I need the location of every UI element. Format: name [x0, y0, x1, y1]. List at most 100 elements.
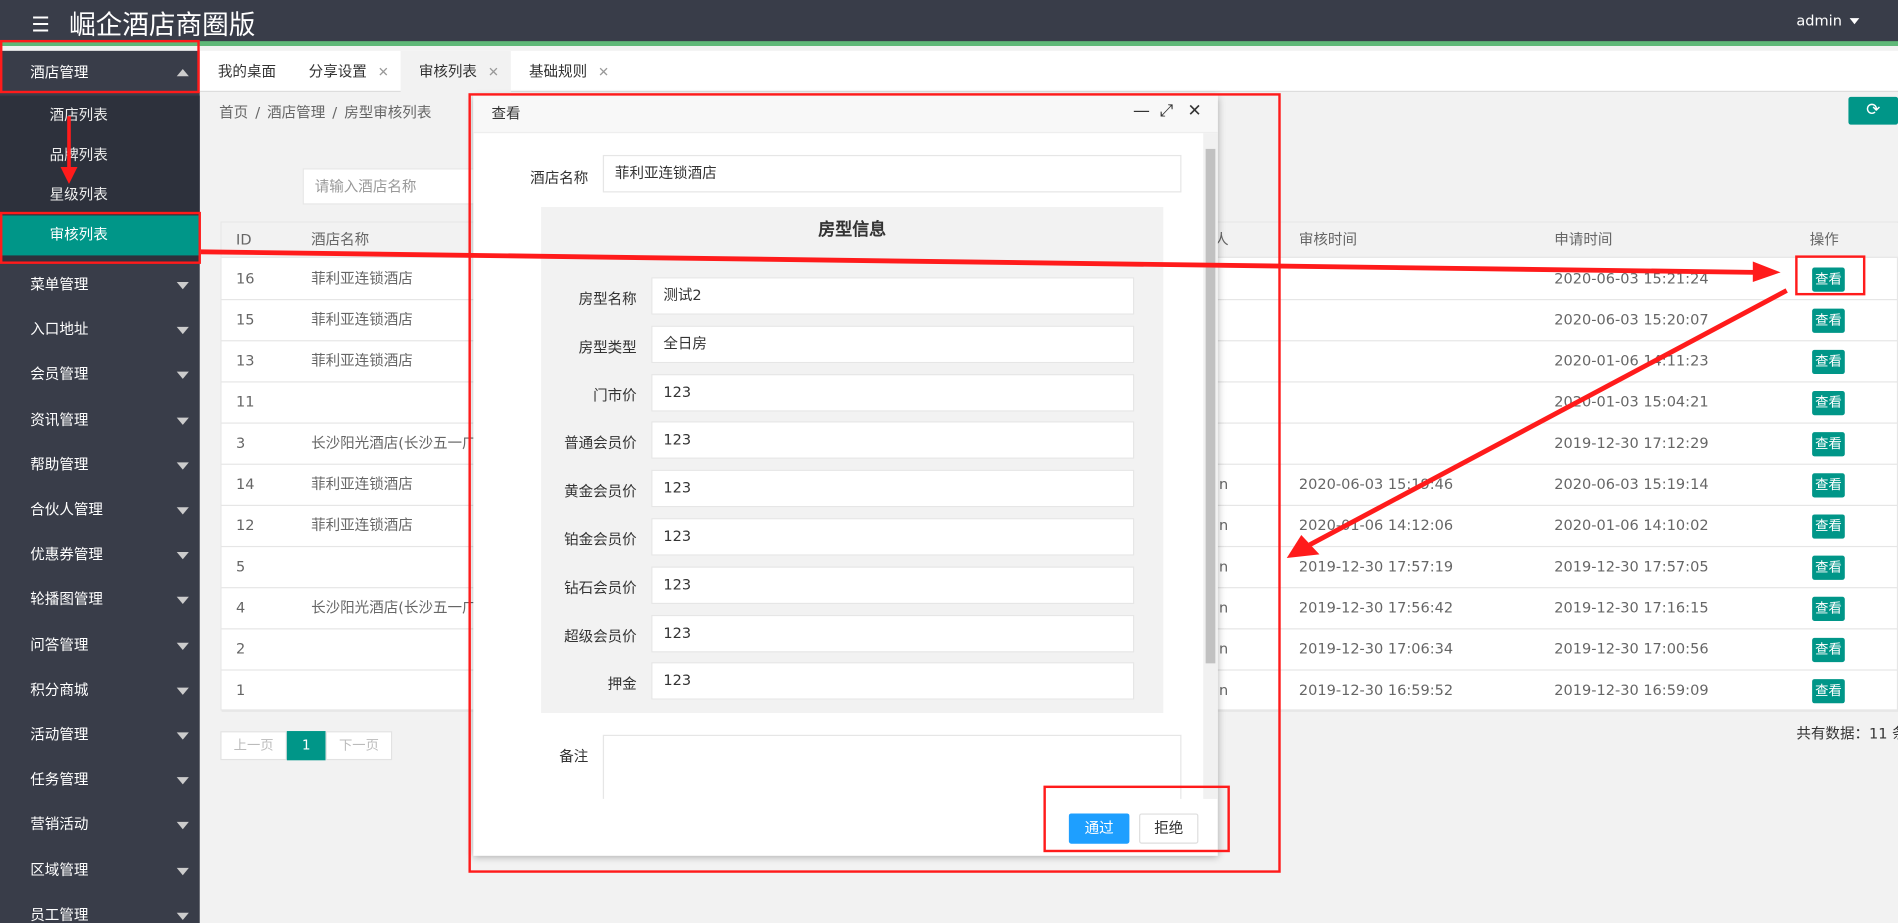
scrollbar-thumb[interactable] — [1205, 148, 1216, 664]
refresh-button[interactable]: ⟳ — [1848, 96, 1898, 125]
cell-hotel-name: 菲利亚连锁酒店 — [311, 352, 413, 370]
room-field-input[interactable]: 全日房 — [651, 325, 1135, 363]
cell-review-time: 2019-12-30 17:56:42 — [1298, 599, 1454, 617]
view-dialog: 查看 — ⤢ ✕ 酒店名称 菲利亚连锁酒店 房型信息 房型名称 测试2 房型类型 … — [473, 95, 1218, 856]
view-button[interactable]: 查看 — [1812, 514, 1845, 539]
room-field-input[interactable]: 123 — [651, 662, 1135, 701]
breadcrumb: 首页 / 酒店管理 / 房型审核列表 — [219, 104, 432, 122]
view-button[interactable]: 查看 — [1812, 596, 1845, 621]
view-button[interactable]: 查看 — [1812, 349, 1845, 375]
chevron-down-icon — [176, 462, 189, 470]
sidebar-item-hotel-mgmt[interactable]: 酒店管理 — [0, 51, 200, 96]
sidebar-item-task[interactable]: 任务管理 — [0, 758, 200, 803]
cell-review-time: 2019-12-30 17:57:19 — [1298, 558, 1454, 575]
sidebar-item-partner[interactable]: 合伙人管理 — [0, 488, 200, 533]
view-button[interactable]: 查看 — [1812, 390, 1845, 416]
sidebar-item-label: 资讯管理 — [30, 411, 89, 429]
chevron-down-icon — [176, 417, 189, 425]
view-button[interactable]: 查看 — [1812, 555, 1845, 580]
sidebar-item-coupon[interactable]: 优惠券管理 — [0, 533, 200, 578]
cell-apply-time: 2020-01-06 14:11:23 — [1554, 352, 1709, 370]
tab-share-settings[interactable]: 分享设置 ✕ — [291, 51, 401, 92]
view-button[interactable]: 查看 — [1812, 432, 1845, 457]
sidebar-item-region[interactable]: 区域管理 — [0, 848, 200, 893]
maximize-icon[interactable]: ⤢ — [1160, 102, 1174, 121]
sidebar-item-points-mall[interactable]: 积分商城 — [0, 668, 200, 713]
room-field-label: 房型名称 — [578, 290, 637, 308]
chevron-up-icon — [176, 68, 189, 77]
cell-review-time: 2019-12-30 16:59:52 — [1298, 681, 1454, 699]
cell-id: 11 — [236, 393, 255, 411]
reject-button[interactable]: 拒绝 — [1139, 813, 1199, 844]
cell-review-time: 2019-12-30 17:06:34 — [1298, 640, 1454, 658]
cell-hotel-name: 长沙阳光酒店(长沙五一广场 — [311, 599, 475, 617]
sidebar-item-activity[interactable]: 活动管理 — [0, 713, 200, 758]
chevron-down-icon — [176, 912, 189, 920]
sidebar-item-banner[interactable]: 轮播图管理 — [0, 578, 200, 623]
next-page-button[interactable]: 下一页 — [325, 731, 393, 761]
chevron-down-icon — [176, 687, 189, 695]
remark-label: 备注 — [559, 748, 589, 766]
tab-review-list[interactable]: 审核列表 ✕ — [400, 50, 511, 92]
chevron-down-icon — [1849, 18, 1859, 25]
room-field-label: 普通会员价 — [564, 435, 637, 452]
sidebar-item-menu[interactable]: 菜单管理 — [0, 263, 200, 308]
cell-hotel-name: 菲利亚连锁酒店 — [311, 311, 413, 329]
sidebar-item-member[interactable]: 会员管理 — [0, 353, 200, 398]
room-field-input[interactable]: 123 — [651, 566, 1135, 604]
sidebar-item-entry[interactable]: 入口地址 — [0, 308, 200, 353]
view-button[interactable]: 查看 — [1812, 308, 1845, 333]
menu-toggle-icon[interactable]: ☰ — [31, 13, 49, 37]
sidebar-subitem-review-list[interactable]: 审核列表 — [0, 215, 200, 256]
hotel-name-field[interactable]: 菲利亚连锁酒店 — [602, 154, 1182, 193]
sidebar-item-label: 合伙人管理 — [30, 501, 103, 519]
page-1-button[interactable]: 1 — [286, 731, 326, 761]
room-field-input[interactable]: 123 — [651, 421, 1135, 460]
chevron-down-icon — [176, 867, 189, 875]
chevron-down-icon — [176, 822, 189, 830]
refresh-icon: ⟳ — [1866, 100, 1881, 120]
room-field-input[interactable]: 123 — [651, 373, 1135, 412]
dialog-scrollbar[interactable] — [1203, 133, 1218, 799]
user-name: admin — [1796, 12, 1842, 30]
view-button[interactable]: 查看 — [1812, 267, 1845, 292]
sidebar-item-label: 酒店管理 — [30, 64, 89, 82]
cell-id: 13 — [236, 352, 255, 370]
col-apply-time: 申请时间 — [1554, 231, 1613, 249]
view-button[interactable]: 查看 — [1812, 473, 1845, 498]
user-menu[interactable]: admin — [1796, 12, 1859, 30]
room-field-input[interactable]: 123 — [651, 469, 1135, 508]
sidebar-item-qa[interactable]: 问答管理 — [0, 623, 200, 668]
sidebar-item-news[interactable]: 资讯管理 — [0, 398, 200, 443]
chevron-down-icon — [176, 507, 189, 515]
pass-button[interactable]: 通过 — [1068, 813, 1130, 844]
sidebar-item-staff[interactable]: 员工管理 — [0, 893, 200, 923]
tab-basic-rules[interactable]: 基础规则 ✕ — [511, 51, 621, 92]
tab-desktop[interactable]: 我的桌面 — [200, 51, 291, 92]
app-logo: 崛企酒店商圈版 — [68, 10, 256, 42]
remark-field[interactable] — [602, 734, 1182, 799]
close-icon[interactable]: ✕ — [1188, 102, 1202, 121]
sidebar-item-help[interactable]: 帮助管理 — [0, 443, 200, 488]
sidebar-subitem-star-list[interactable]: 星级列表 — [0, 176, 200, 216]
minimize-icon[interactable]: — — [1133, 102, 1150, 121]
sidebar-subitem-hotel-list[interactable]: 酒店列表 — [0, 96, 200, 136]
view-button[interactable]: 查看 — [1812, 637, 1845, 663]
view-button[interactable]: 查看 — [1812, 679, 1845, 704]
cell-hotel-name: 长沙阳光酒店(长沙五一广场 — [311, 434, 475, 452]
room-field-input[interactable]: 测试2 — [651, 277, 1135, 315]
prev-page-button[interactable]: 上一页 — [220, 731, 287, 761]
chevron-down-icon — [176, 642, 189, 650]
sidebar-subitem-brand-list[interactable]: 品牌列表 — [0, 136, 200, 176]
close-icon[interactable]: ✕ — [598, 64, 609, 80]
sidebar-item-marketing[interactable]: 营销活动 — [0, 803, 200, 848]
tab-label: 审核列表 — [418, 62, 477, 80]
tab-bar: 我的桌面 分享设置 ✕ 审核列表 ✕ 基础规则 ✕ — [199, 50, 1898, 92]
close-icon[interactable]: ✕ — [488, 64, 499, 80]
sidebar-item-label: 积分商城 — [30, 681, 89, 699]
search-input[interactable]: 请输入酒店名称 — [302, 168, 485, 205]
close-icon[interactable]: ✕ — [378, 64, 389, 80]
room-field-input[interactable]: 123 — [651, 518, 1135, 556]
room-field-input[interactable]: 123 — [651, 614, 1135, 652]
sidebar-item-label: 区域管理 — [30, 861, 89, 879]
